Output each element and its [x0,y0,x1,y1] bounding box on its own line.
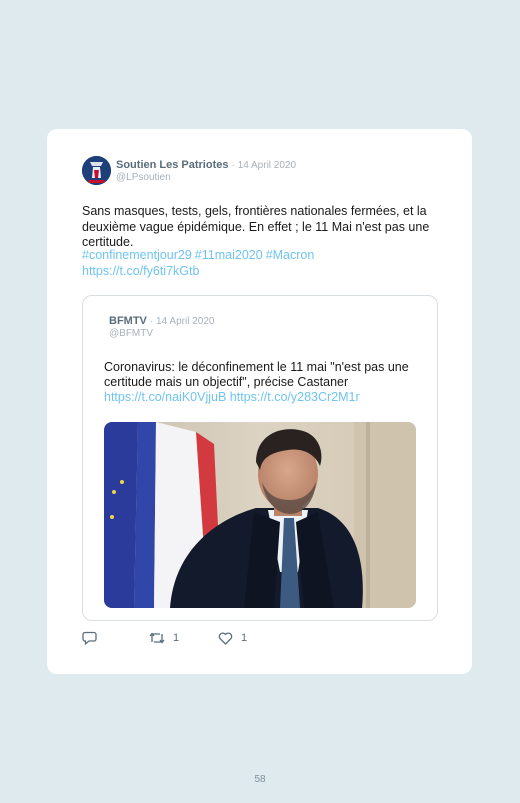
page-number: 58 [254,774,266,785]
tweet-actions: 1 1 [82,629,442,647]
reply-button[interactable] [82,629,105,647]
quoted-tweet-links[interactable]: https://t.co/naiK0VjjuB https://t.co/y28… [104,390,360,404]
quoted-tweet-text: Coronavirus: le déconfinement le 11 mai … [104,360,409,389]
quoted-tweet-photo[interactable] [104,422,416,608]
quoted-tweet[interactable]: BFMTV · 14 April 2020 @BFMTV Coronavirus… [82,295,438,621]
tweet-text: Sans masques, tests, gels, frontières na… [82,204,430,249]
hashtag-link[interactable]: #11mai2020 [195,248,263,262]
hashtag-link[interactable]: #confinementjour29 [82,248,192,262]
heart-icon [218,631,233,645]
tweet-hashtags: #confinementjour29 #11mai2020 #Macron [82,248,442,264]
quoted-author-handle[interactable]: @BFMTV [109,328,153,339]
tweet-url-link[interactable]: https://t.co/fy6ti7kGtb [82,264,199,278]
reply-icon [82,631,97,645]
like-button[interactable]: 1 [218,629,247,647]
castaner-photo-image [104,422,416,608]
quoted-author-name-text[interactable]: BFMTV [109,315,147,327]
author-name-text[interactable]: Soutien Les Patriotes [116,159,228,171]
quoted-tweet-date: · 14 April 2020 [149,316,215,327]
quoted-author-name[interactable]: BFMTV · 14 April 2020 [109,315,214,327]
author-handle[interactable]: @LPsoutien [116,172,171,183]
retweet-button[interactable]: 1 [149,629,179,647]
retweet-count: 1 [173,632,180,644]
hashtag-link[interactable]: #Macron [266,248,315,262]
avatar[interactable] [82,156,111,185]
patriotes-logo-icon [82,156,111,185]
tweet-date: · 14 April 2020 [231,160,297,171]
retweet-icon [149,632,165,644]
tweet-card: Soutien Les Patriotes · 14 April 2020 @L… [47,129,472,674]
author-name[interactable]: Soutien Les Patriotes · 14 April 2020 [116,159,296,171]
like-count: 1 [241,632,248,644]
